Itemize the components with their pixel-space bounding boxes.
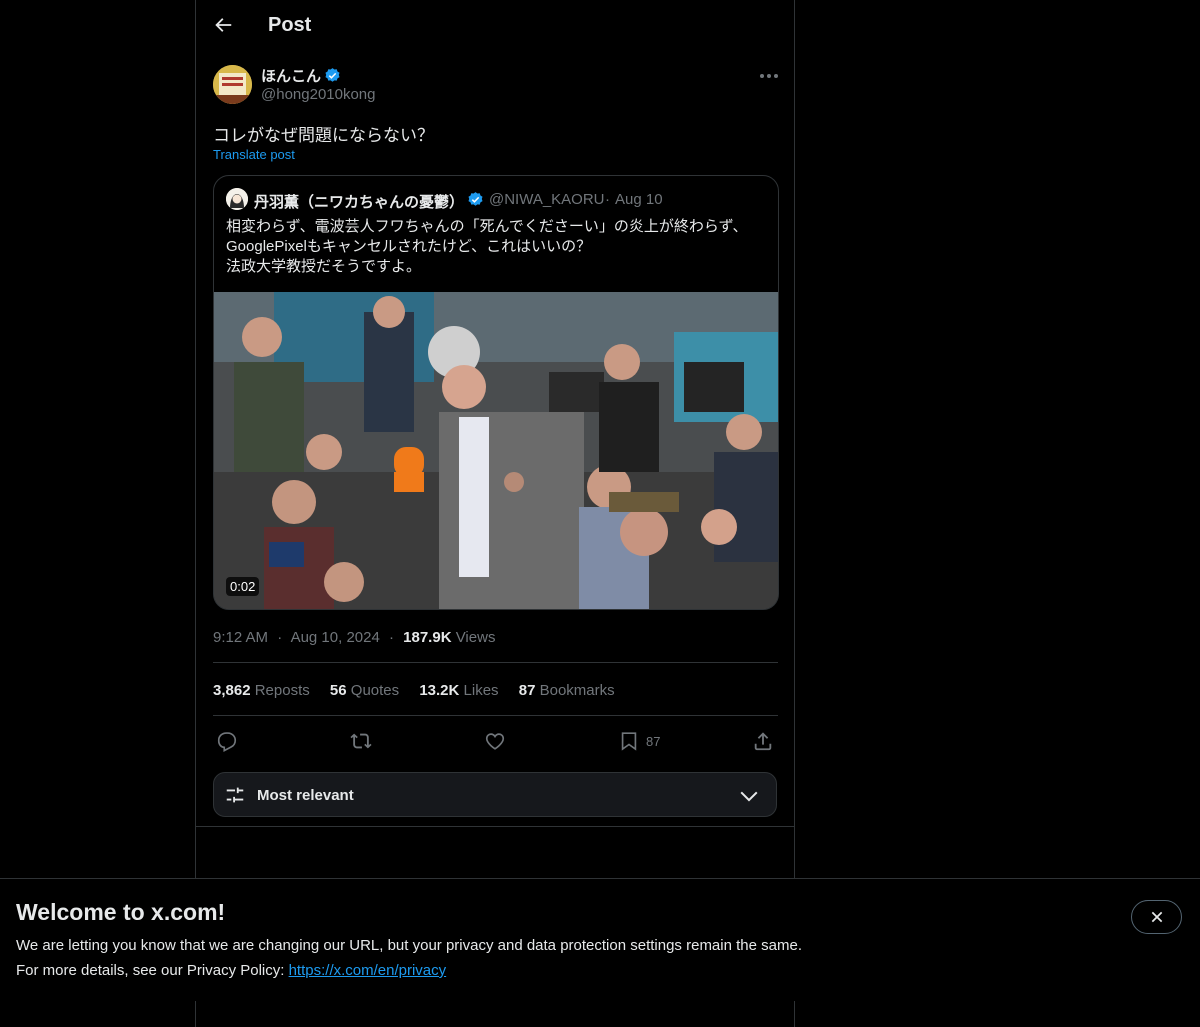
author-avatar[interactable] (213, 65, 252, 104)
bookmark-icon (621, 732, 637, 751)
quoted-author-handle[interactable]: @NIWA_KAORU (489, 191, 605, 208)
welcome-banner: Welcome to x.com! We are letting you kno… (0, 878, 1200, 1001)
reply-icon (217, 732, 237, 752)
author-name[interactable]: ほんこん (261, 65, 321, 86)
chevron-down-icon (740, 791, 758, 802)
share-icon (754, 732, 772, 751)
divider (213, 662, 778, 663)
like-button[interactable] (484, 729, 506, 753)
reposts-stat[interactable]: 3,862 Reposts (213, 682, 310, 699)
bookmarks-count: 87 (518, 682, 536, 699)
video-duration: 0:02 (226, 577, 260, 596)
back-arrow-icon[interactable] (212, 14, 236, 40)
meta-separator: · (277, 629, 283, 646)
meta-separator: · (388, 629, 394, 646)
divider (213, 715, 778, 716)
quoted-author-avatar[interactable] (226, 188, 248, 210)
banner-details-text: For more details, see our Privacy Policy… (16, 962, 289, 979)
bookmark-button[interactable]: 87 (618, 729, 660, 753)
reply-sort-dropdown[interactable]: Most relevant (213, 772, 777, 817)
video-thumbnail (214, 292, 778, 609)
quoted-verified-badge-icon (467, 191, 484, 208)
likes-count: 13.2K (419, 682, 460, 699)
page-title: Post (268, 14, 312, 36)
likes-label: Likes (463, 682, 499, 699)
post-date[interactable]: Aug 10, 2024 (291, 629, 380, 646)
banner-title: Welcome to x.com! (16, 899, 226, 925)
top-bar: Post (196, 0, 794, 53)
banner-message: We are letting you know that we are chan… (16, 937, 802, 954)
main-column: Post ほんこん @hong2010kong コレがなぜ問題にならない？ Tr… (195, 0, 795, 1027)
reposts-label: Reposts (254, 682, 310, 699)
quoted-post[interactable]: 丹羽薫（ニワカちゃんの憂鬱） @NIWA_KAORU · Aug 10 相変わら… (213, 175, 779, 610)
quoted-date[interactable]: Aug 10 (615, 191, 663, 208)
likes-stat[interactable]: 13.2K Likes (419, 682, 498, 699)
post-time[interactable]: 9:12 AM (213, 629, 268, 646)
heart-icon (485, 733, 505, 750)
quotes-stat[interactable]: 56 Quotes (330, 682, 399, 699)
post-stats: 3,862 Reposts 56 Quotes 13.2K Likes 87 B… (213, 682, 631, 699)
repost-button[interactable] (350, 729, 372, 753)
quoted-text: 相変わらず、電波芸人フワちゃんの「死んでくださーい」の炎上が終わらず、 Goog… (226, 217, 766, 277)
bookmark-count: 87 (646, 733, 661, 749)
share-button[interactable] (752, 729, 774, 753)
reposts-count: 3,862 (213, 682, 251, 699)
views-count: 187.9K (403, 629, 452, 646)
reply-button[interactable] (216, 729, 238, 753)
close-icon (1151, 911, 1162, 923)
repost-icon (350, 733, 372, 749)
views-label: Views (455, 629, 496, 646)
translate-post-link[interactable]: Translate post (213, 147, 295, 162)
quoted-author-name[interactable]: 丹羽薫（ニワカちゃんの憂鬱） (254, 191, 464, 212)
video-player[interactable]: 0:02 (214, 292, 778, 609)
banner-details: For more details, see our Privacy Policy… (16, 962, 446, 979)
post-text: コレがなぜ問題にならない？ (213, 126, 434, 145)
bookmarks-label: Bookmarks (539, 682, 615, 699)
sliders-icon (226, 787, 244, 803)
quoted-text-line: 法政大学教授だそうですよ。 (226, 258, 422, 275)
more-options-icon[interactable] (756, 66, 782, 86)
sort-label: Most relevant (257, 787, 354, 804)
close-banner-button[interactable] (1131, 900, 1182, 934)
divider (196, 826, 794, 827)
author-handle[interactable]: @hong2010kong (261, 86, 376, 103)
quoted-separator: · (605, 191, 610, 208)
post-meta: 9:12 AM · Aug 10, 2024 · 187.9K Views (213, 629, 495, 646)
verified-badge-icon (324, 67, 341, 84)
quotes-label: Quotes (350, 682, 400, 699)
quoted-text-line: 相変わらず、電波芸人フワちゃんの「死んでくださーい」の炎上が終わらず、 (226, 218, 748, 235)
privacy-policy-link[interactable]: https://x.com/en/privacy (289, 962, 447, 979)
bookmarks-stat[interactable]: 87 Bookmarks (519, 682, 615, 699)
quoted-text-line: GooglePixelもキャンセルされたけど、これはいいの？ (226, 238, 592, 255)
quotes-count: 56 (329, 682, 347, 699)
